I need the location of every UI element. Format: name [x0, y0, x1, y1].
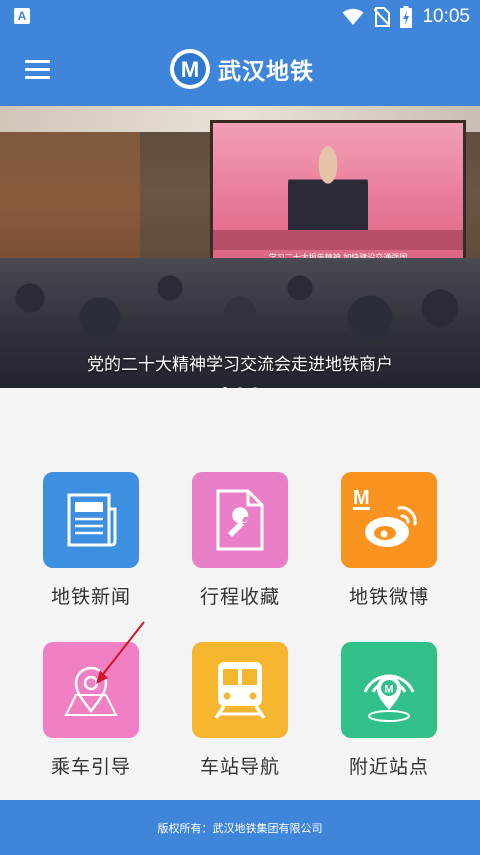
tile-ride-guide[interactable]: 乘车引导	[36, 642, 146, 779]
carousel-dot[interactable]	[221, 387, 228, 388]
nearby-station-icon: M	[341, 642, 437, 738]
svg-text:M: M	[353, 487, 370, 509]
banner-caption: 党的二十大精神学习交流会走进地铁商户	[87, 355, 393, 375]
weibo-icon: M	[341, 472, 437, 568]
wifi-icon	[342, 8, 364, 25]
news-banner[interactable]: 学习二十大报告精神 加快建设交通强国 党的二十大精神学习交流会走进地铁商户	[0, 106, 480, 388]
tile-trip-favorites[interactable]: 行程收藏	[185, 472, 295, 609]
map-pin-icon	[43, 642, 139, 738]
status-icons: 10:05	[342, 0, 470, 33]
menu-button[interactable]	[25, 60, 50, 80]
newspaper-icon	[43, 472, 139, 568]
footer: 版权所有：武汉地铁集团有限公司	[0, 800, 480, 855]
app-title-group: M 武汉地铁	[170, 49, 314, 89]
banner-photo-screen: 学习二十大报告精神 加快建设交通强国	[210, 120, 466, 271]
menu-icon	[25, 60, 50, 63]
carousel-indicator	[0, 378, 480, 388]
carousel-dot[interactable]	[237, 387, 243, 388]
tile-label: 地铁微博	[348, 586, 429, 608]
train-icon	[192, 642, 288, 738]
banner-photo-desk	[213, 230, 463, 250]
tile-label: 地铁新闻	[50, 586, 131, 608]
tile-nearby-stations[interactable]: M 附近站点	[334, 642, 444, 779]
tile-metro-weibo[interactable]: M 地铁微博	[334, 472, 444, 609]
carousel-dot[interactable]	[252, 387, 259, 388]
status-bar: A 10:05	[0, 0, 480, 33]
app-title: 武汉地铁	[218, 59, 314, 85]
metro-logo-icon: M	[170, 49, 210, 89]
tile-label: 车站导航	[199, 756, 280, 778]
battery-charging-icon	[400, 5, 413, 28]
no-sim-icon	[374, 6, 391, 27]
clock: 10:05	[422, 5, 470, 27]
tile-metro-news[interactable]: 地铁新闻	[36, 472, 146, 609]
copyright-text: 版权所有：武汉地铁集团有限公司	[157, 821, 323, 835]
app-notification-icon: A	[14, 8, 30, 24]
tile-label: 乘车引导	[50, 756, 131, 778]
app-bar: M 武汉地铁	[0, 33, 480, 106]
tile-label: 附近站点	[348, 756, 429, 778]
tile-station-navigation[interactable]: 车站导航	[185, 642, 295, 779]
svg-text:M: M	[384, 684, 393, 696]
wrench-document-icon	[192, 472, 288, 568]
svg-text:M: M	[181, 57, 199, 82]
tile-label: 行程收藏	[199, 586, 280, 608]
